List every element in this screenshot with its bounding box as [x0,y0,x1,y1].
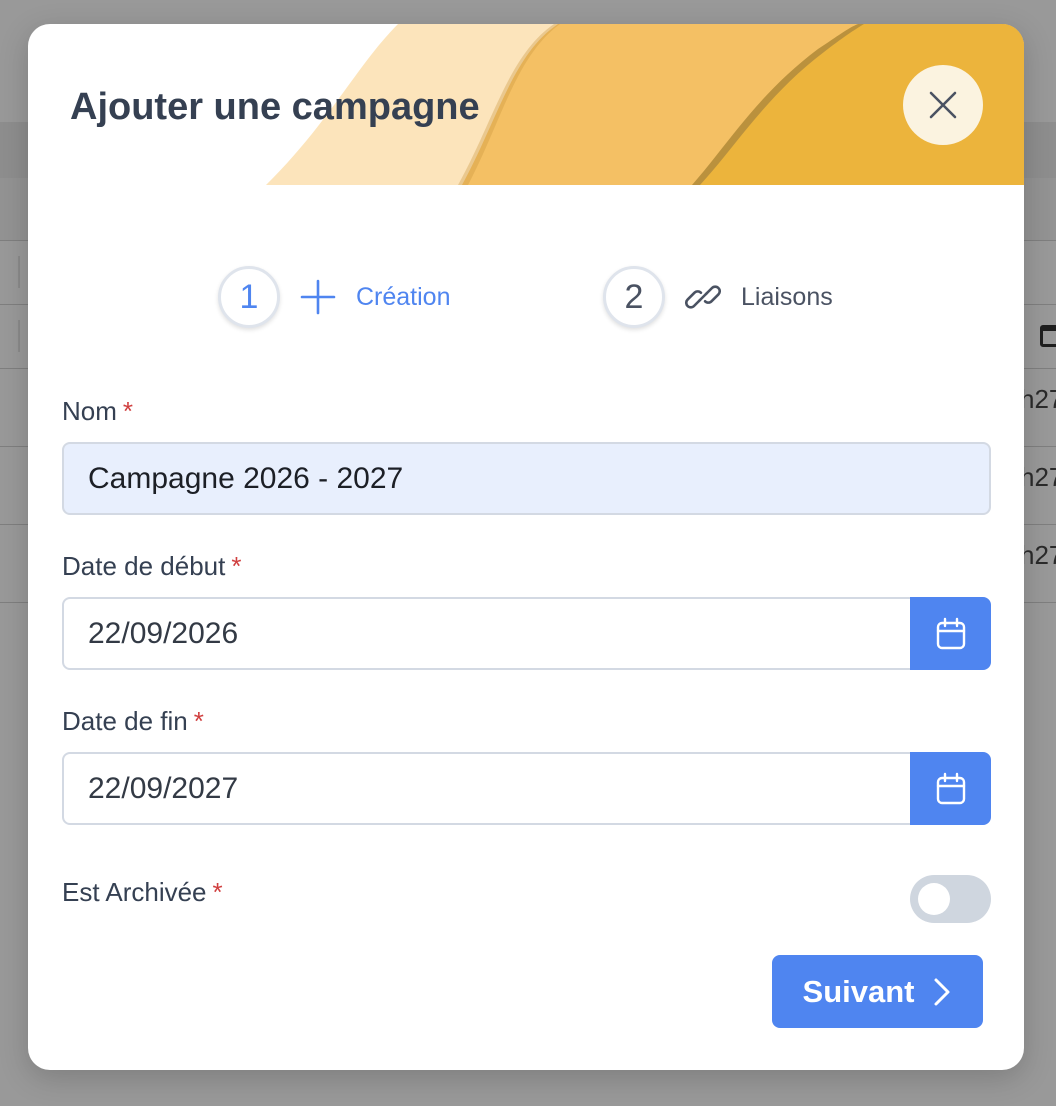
modal-header: Ajouter une campagne [28,24,1024,185]
calendar-icon [936,617,965,649]
end-date-input[interactable]: 22/09/2027 [62,752,912,825]
step-creation[interactable]: 1 Création [218,266,451,328]
archived-label: Est Archivée * [62,877,223,908]
start-date-value: 22/09/2026 [88,616,239,650]
end-date-label-text: Date de fin [62,706,188,736]
bg-column-divider [18,320,20,352]
bg-calendar-icon [1040,325,1056,347]
start-date-input[interactable]: 22/09/2026 [62,597,912,670]
add-campaign-modal: Ajouter une campagne 1 Création 2 Liaiso… [28,24,1024,1070]
bg-column-divider [18,256,20,288]
plus-icon [296,275,340,319]
name-input-value: Campagne 2026 - 2027 [88,461,404,495]
step-label: Liaisons [741,282,833,311]
close-button[interactable] [903,65,983,145]
start-date-calendar-button[interactable] [910,597,991,670]
step-label: Création [356,282,451,311]
bg-cell-text: h27 [1020,462,1056,492]
next-button-label: Suivant [802,973,915,1009]
required-mark: * [122,396,134,426]
modal-title: Ajouter une campagne [70,86,480,128]
required-mark: * [193,706,204,736]
end-date-value: 22/09/2027 [88,771,239,805]
step-number: 1 [218,266,280,328]
name-input[interactable]: Campagne 2026 - 2027 [62,442,991,515]
required-mark: * [212,877,223,907]
archived-toggle[interactable] [910,875,991,923]
bg-cell-text: h27 [1020,384,1056,414]
bg-cell-text: h27 [1020,540,1056,570]
toggle-knob [918,883,950,915]
start-date-label-text: Date de début [62,551,226,581]
link-icon [681,275,725,319]
chevron-right-icon [932,976,952,1008]
calendar-icon [936,772,965,804]
step-number: 2 [603,266,665,328]
name-label: Nom * [62,396,133,427]
start-date-label: Date de début * [62,551,241,582]
archived-label-text: Est Archivée [62,877,207,907]
required-mark: * [231,551,242,581]
end-date-calendar-button[interactable] [910,752,991,825]
step-liaisons[interactable]: 2 Liaisons [603,266,833,328]
next-button[interactable]: Suivant [772,955,983,1028]
close-icon [929,91,957,119]
end-date-label: Date de fin * [62,706,204,737]
name-label-text: Nom [62,396,117,426]
